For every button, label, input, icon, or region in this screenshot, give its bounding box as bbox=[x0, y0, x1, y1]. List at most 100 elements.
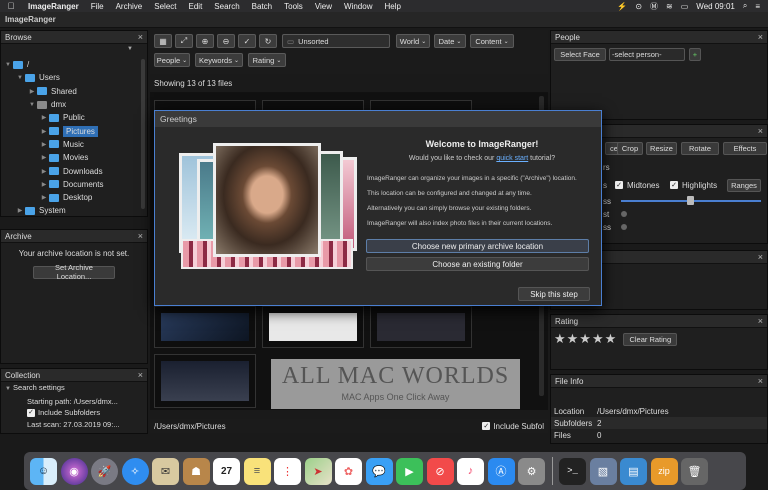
tree-item[interactable]: ▶ System bbox=[1, 204, 147, 217]
clock[interactable]: Wed 09:01 bbox=[696, 2, 735, 11]
tree-item[interactable]: ▼ Users bbox=[1, 71, 147, 84]
unsorted-field[interactable]: ▭ Unsorted bbox=[282, 34, 390, 48]
select-person-dropdown[interactable]: -select person- bbox=[609, 48, 685, 61]
trash-icon[interactable]: 🗑 bbox=[681, 457, 708, 485]
tree-item[interactable]: ▶ Music bbox=[1, 138, 147, 151]
dropdown-icon[interactable]: ▼ bbox=[127, 46, 133, 52]
appstore-icon[interactable]: Ⓐ bbox=[487, 457, 515, 485]
menu-app[interactable]: ImageRanger bbox=[22, 2, 85, 11]
tree-item[interactable]: ▶ Documents bbox=[1, 178, 147, 191]
include-subfolders-checkbox[interactable]: ✓ bbox=[482, 422, 491, 430]
thumbnail[interactable] bbox=[154, 306, 256, 348]
search-icon[interactable]: ⌕ bbox=[743, 1, 747, 11]
notes-icon[interactable]: ≡ bbox=[243, 457, 271, 485]
user-icon[interactable]: Ⓜ bbox=[650, 1, 658, 12]
chevron-right-icon[interactable]: ▶ bbox=[39, 194, 49, 201]
siri-icon[interactable]: ◉ bbox=[60, 457, 88, 485]
close-icon[interactable]: × bbox=[138, 231, 143, 241]
system-preferences-icon[interactable]: ⚙ bbox=[518, 457, 545, 485]
add-person-icon[interactable]: + bbox=[689, 48, 701, 61]
keywords-dropdown[interactable]: Keywords bbox=[195, 53, 243, 67]
contacts-icon[interactable]: ☗ bbox=[182, 457, 210, 485]
archive-zip-icon[interactable]: zip bbox=[650, 457, 678, 485]
menu-file[interactable]: File bbox=[85, 2, 110, 11]
menu-archive[interactable]: Archive bbox=[110, 2, 149, 11]
menu-batch[interactable]: Batch bbox=[246, 2, 278, 11]
crop-button[interactable]: Crop bbox=[617, 142, 643, 155]
tree-item[interactable]: ▶ Public bbox=[1, 111, 147, 124]
menu-tools[interactable]: Tools bbox=[278, 2, 309, 11]
midtones-checkbox[interactable]: ✓ bbox=[615, 181, 623, 189]
chevron-down-icon[interactable]: ▼ bbox=[15, 75, 25, 81]
wifi-icon[interactable]: ≋ bbox=[666, 2, 673, 11]
chevron-right-icon[interactable]: ▶ bbox=[27, 88, 37, 95]
chevron-right-icon[interactable]: ▶ bbox=[39, 128, 49, 135]
finder-icon[interactable]: ☺ bbox=[30, 457, 57, 485]
thumbnail[interactable] bbox=[370, 306, 472, 348]
tree-item[interactable]: ▶ Desktop bbox=[1, 191, 147, 204]
highlights-checkbox[interactable]: ✓ bbox=[670, 181, 678, 189]
chevron-down-icon[interactable]: ▼ bbox=[27, 102, 37, 108]
chevron-down-icon[interactable]: ▼ bbox=[5, 386, 11, 392]
menu-help[interactable]: Help bbox=[378, 2, 406, 11]
slider-handle[interactable] bbox=[621, 211, 627, 217]
photos-icon[interactable]: ✿ bbox=[335, 457, 362, 485]
quick-start-link[interactable]: quick start bbox=[496, 155, 528, 162]
imageranger-icon[interactable]: ▤ bbox=[620, 457, 647, 485]
list-icon[interactable]: ≡ bbox=[755, 2, 760, 11]
date-dropdown[interactable]: Date bbox=[434, 34, 466, 48]
thumbnail[interactable] bbox=[262, 306, 364, 348]
people-dropdown[interactable]: People bbox=[154, 53, 190, 67]
close-icon[interactable]: × bbox=[758, 316, 763, 326]
calendar-icon[interactable]: 27 bbox=[213, 457, 240, 485]
star-rating[interactable]: ★★★★★ bbox=[554, 331, 617, 347]
reminders-icon[interactable]: ⋮ bbox=[274, 457, 301, 485]
menu-edit[interactable]: Edit bbox=[183, 2, 209, 11]
tree-item[interactable]: ▼ dmx bbox=[1, 98, 147, 111]
chevron-right-icon[interactable]: ▶ bbox=[39, 168, 49, 175]
battery-icon[interactable]: ▭ bbox=[681, 2, 689, 11]
fit-icon[interactable]: ⤢ bbox=[175, 34, 193, 48]
control-icon[interactable]: ⊙ bbox=[635, 2, 642, 11]
browse-filter[interactable]: ▼ bbox=[1, 44, 147, 56]
choose-existing-folder-button[interactable]: Choose an existing folder bbox=[366, 257, 589, 271]
tree-item[interactable]: ▶ Pictures bbox=[1, 124, 147, 137]
slider-handle[interactable] bbox=[621, 224, 627, 230]
rating-dropdown[interactable]: Rating bbox=[248, 53, 286, 67]
close-icon[interactable]: × bbox=[138, 370, 143, 380]
menu-select[interactable]: Select bbox=[148, 2, 182, 11]
chevron-right-icon[interactable]: ▶ bbox=[39, 181, 49, 188]
chevron-right-icon[interactable]: ▶ bbox=[15, 207, 25, 214]
terminal-icon[interactable]: >_ bbox=[559, 457, 586, 485]
effects-button[interactable]: Effects bbox=[723, 142, 767, 155]
close-icon[interactable]: × bbox=[138, 32, 143, 42]
slider-handle[interactable] bbox=[687, 196, 694, 205]
messages-icon[interactable]: 💬 bbox=[365, 457, 393, 485]
browse-scrollbar[interactable] bbox=[141, 59, 145, 209]
search-settings[interactable]: ▼ Search settings bbox=[5, 382, 147, 396]
include-subfolders-checkbox[interactable]: ✓ bbox=[27, 408, 35, 417]
chevron-right-icon[interactable]: ▶ bbox=[39, 154, 49, 161]
content-dropdown[interactable]: Content bbox=[470, 34, 514, 48]
refresh-icon[interactable]: ↻ bbox=[259, 34, 277, 48]
status-icon[interactable]: ⚡ bbox=[617, 2, 627, 11]
safari-icon[interactable]: ✧ bbox=[121, 457, 149, 485]
zoom-out-icon[interactable]: ⊖ bbox=[217, 34, 235, 48]
tree-item[interactable]: ▶ Shared bbox=[1, 85, 147, 98]
world-dropdown[interactable]: World bbox=[396, 34, 430, 48]
ranges-button[interactable]: Ranges bbox=[727, 179, 761, 192]
rotate-button[interactable]: Rotate bbox=[681, 142, 719, 155]
thumbnail[interactable] bbox=[154, 354, 256, 408]
launchpad-icon[interactable]: 🚀 bbox=[91, 457, 118, 485]
zoom-in-icon[interactable]: ⊕ bbox=[196, 34, 214, 48]
facetime-icon[interactable]: ▶ bbox=[396, 457, 423, 485]
mail-icon[interactable]: ✉ bbox=[152, 457, 179, 485]
music-icon[interactable]: ♪ bbox=[457, 457, 484, 485]
skip-step-button[interactable]: Skip this step bbox=[518, 287, 590, 301]
close-icon[interactable]: × bbox=[758, 32, 763, 42]
tree-item[interactable]: ▼ / bbox=[1, 58, 147, 71]
chevron-right-icon[interactable]: ▶ bbox=[39, 114, 49, 121]
choose-new-archive-button[interactable]: Choose new primary archive location bbox=[366, 239, 589, 253]
chevron-right-icon[interactable]: ▶ bbox=[39, 141, 49, 148]
chevron-down-icon[interactable]: ▼ bbox=[3, 62, 13, 68]
